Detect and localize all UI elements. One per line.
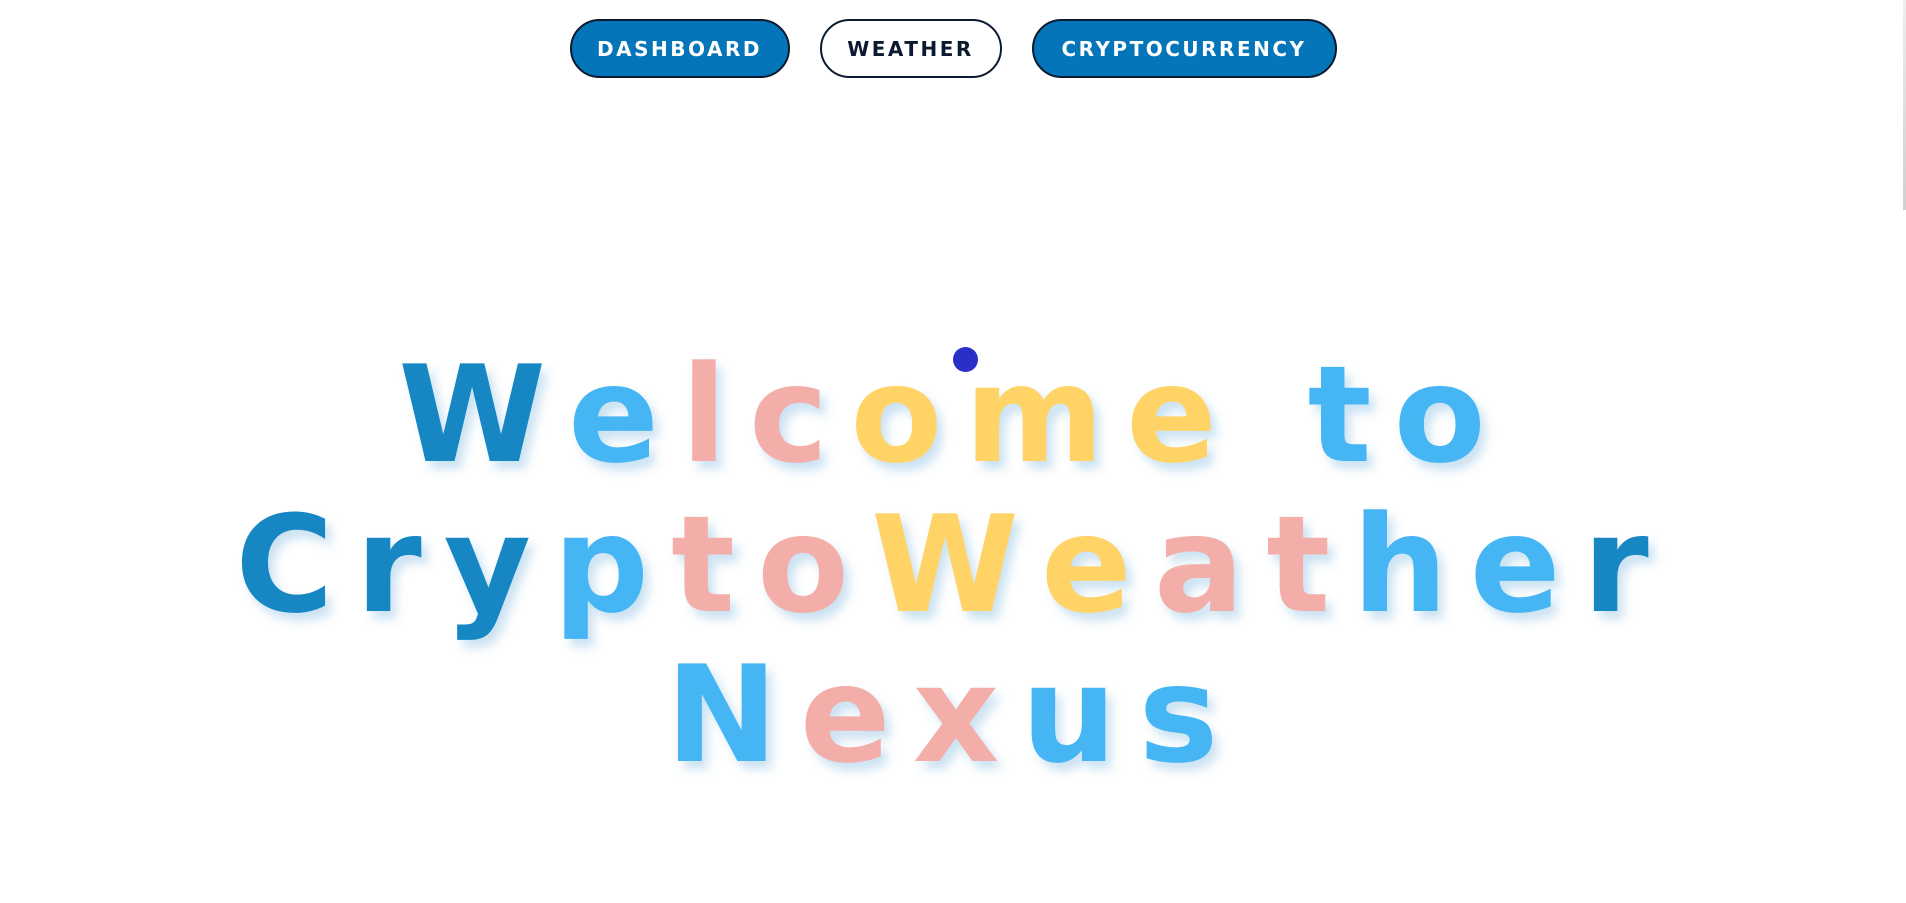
dashboard-button[interactable]: DASHBOARD <box>569 19 790 78</box>
hero-letter: e <box>799 637 913 793</box>
hero-line-2: CryptoWeather <box>0 490 1906 640</box>
hero-letter: c <box>748 337 851 493</box>
hero-letter: e <box>1469 487 1583 643</box>
cryptocurrency-button[interactable]: CRYPTOCURRENCY <box>1031 19 1337 78</box>
hero-letter: t <box>671 487 758 643</box>
hero-letter: e <box>1126 337 1239 493</box>
hero-letter: e <box>568 337 681 493</box>
hero-letter: m <box>964 337 1127 493</box>
hero-letter <box>1239 340 1308 490</box>
hero-letter: o <box>757 487 872 643</box>
hero-letter: r <box>1582 487 1671 643</box>
hero-letter: W <box>871 487 1041 643</box>
hero-letter: t <box>1307 337 1394 493</box>
hero-letter: W <box>398 337 569 493</box>
hero-letter: t <box>1266 487 1353 643</box>
hero-letter: y <box>443 487 554 643</box>
hero-letter: l <box>680 337 749 493</box>
hero-letter: a <box>1153 487 1267 643</box>
hero-letter: N <box>665 637 800 793</box>
hero-letter: h <box>1352 487 1470 643</box>
hero-letter: r <box>355 487 444 643</box>
hero-letter: C <box>235 487 356 643</box>
hero-letter: u <box>1021 637 1139 793</box>
weather-button[interactable]: WEATHER <box>819 19 1002 78</box>
hero-line-3: Nexus <box>0 640 1906 790</box>
landing-page: DASHBOARD WEATHER CRYPTOCURRENCY Welcome… <box>0 0 1906 903</box>
hero-letter: o <box>1393 337 1508 493</box>
hero-letter: e <box>1040 487 1154 643</box>
hero-letter: x <box>912 637 1022 793</box>
hero-letter: s <box>1138 637 1241 793</box>
cursor-dot <box>953 347 978 372</box>
hero-letter: o <box>850 337 965 493</box>
hero-letter: p <box>553 487 671 643</box>
hero-title: Welcome to CryptoWeather Nexus <box>0 340 1906 790</box>
top-navigation: DASHBOARD WEATHER CRYPTOCURRENCY <box>0 19 1906 78</box>
